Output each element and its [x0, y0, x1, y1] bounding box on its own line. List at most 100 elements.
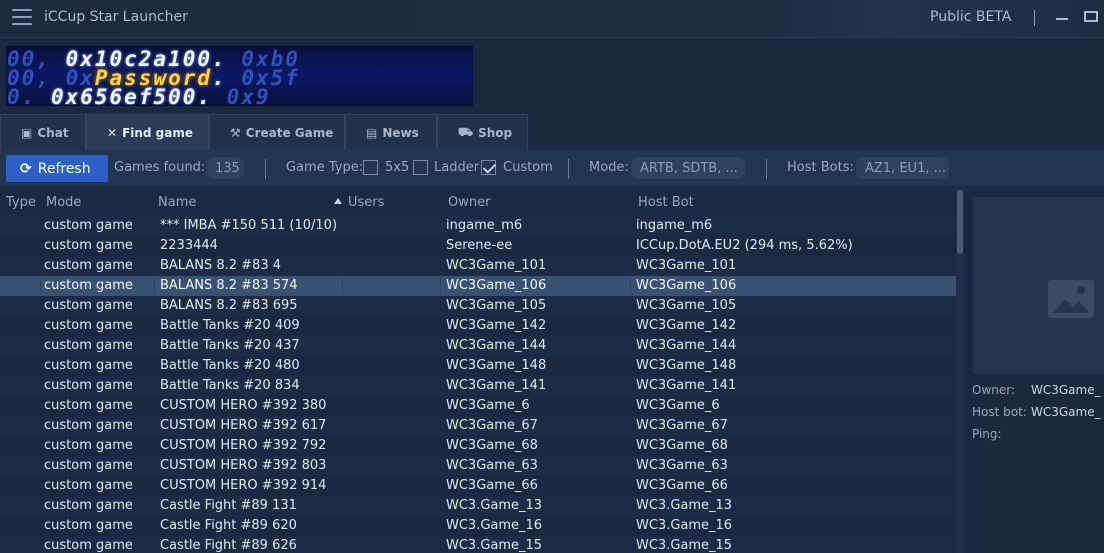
host-bots-select[interactable]: AZ1, EU1, ...	[856, 157, 949, 179]
cell-host-bot: WC3.Game_15	[636, 538, 733, 553]
refresh-button[interactable]: ⟳ Refresh	[6, 155, 108, 182]
mode-select[interactable]: ARTB, SDTB, ...	[631, 157, 745, 179]
tab-find-game[interactable]: ✕ Find game	[86, 114, 209, 150]
host-bot-value: WC3Game_	[1031, 405, 1101, 419]
newspaper-icon: ▤	[366, 125, 378, 140]
column-type[interactable]: Type	[6, 195, 36, 210]
table-row[interactable]: custom game CUSTOM HERO #392 792 WC3Game_6…	[0, 436, 956, 456]
tab-news[interactable]: ▤ News	[345, 114, 437, 150]
cell-host-bot: WC3Game_6	[636, 398, 720, 413]
cell-host-bot: WC3Game_144	[636, 338, 737, 353]
cell-name: Battle Tanks #20 480	[160, 358, 300, 373]
cell-name: Battle Tanks #20 834	[160, 378, 300, 393]
banner-text: 0.	[7, 85, 51, 106]
type-5x5-checkbox[interactable]	[363, 160, 378, 175]
tab-label: Chat	[37, 125, 69, 140]
type-5x5-label: 5x5	[385, 160, 410, 175]
chat-icon: ▣	[21, 125, 33, 140]
column-name[interactable]: Name	[158, 195, 196, 210]
cell-host-bot: WC3Game_63	[636, 458, 728, 473]
scrollbar-thumb[interactable]	[957, 190, 963, 254]
host-bots-label: Host Bots:	[787, 160, 854, 175]
cell-name: BALANS 8.2 #83 695	[160, 298, 298, 313]
banner-text: .	[197, 85, 227, 106]
cell-owner: WC3Game_105	[446, 298, 547, 313]
cell-mode: custom game	[44, 538, 133, 553]
map-preview	[973, 197, 1104, 374]
type-ladder-checkbox[interactable]	[413, 160, 428, 175]
cell-owner: WC3Game_106	[446, 278, 547, 293]
table-row[interactable]: custom game CUSTOM HERO #392 914 WC3Game_6…	[0, 476, 956, 496]
cell-host-bot: WC3Game_105	[636, 298, 737, 313]
table-row[interactable]: custom game BALANS 8.2 #83 695 WC3Game_105…	[0, 296, 956, 316]
table-row[interactable]: custom game CUSTOM HERO #392 617 WC3Game_6…	[0, 416, 956, 436]
minimize-icon[interactable]	[1056, 18, 1068, 20]
column-mode[interactable]: Mode	[46, 195, 81, 210]
table-row[interactable]: custom game Battle Tanks #20 480 WC3Game_1…	[0, 356, 956, 376]
table-row[interactable]: custom game 2233444 Serene-ee ICCup.DotA.EU…	[0, 236, 956, 256]
refresh-label: Refresh	[37, 160, 91, 177]
owner-value: WC3Game_	[1031, 383, 1101, 397]
type-custom-checkbox[interactable]	[481, 160, 496, 175]
image-placeholder-icon	[1048, 280, 1094, 318]
ad-banner[interactable]: 00, 0x10c2a100. 0xb0 00, 0xPassword. 0x5…	[6, 46, 473, 106]
toolbar-separator	[265, 159, 266, 179]
cell-mode: custom game	[44, 298, 133, 313]
tab-shop[interactable]: ⛟ Shop	[437, 114, 528, 150]
hammer-icon: ⚒	[230, 125, 241, 140]
cell-mode: custom game	[44, 458, 133, 473]
tab-chat[interactable]: ▣ Chat	[0, 114, 86, 150]
table-row[interactable]: custom game *** IMBA #150 511 (10/10) inga…	[0, 216, 956, 236]
cell-host-bot: WC3Game_141	[636, 378, 737, 393]
cell-name: BALANS 8.2 #83 4	[160, 258, 281, 273]
cell-name: Castle Fight #89 626	[160, 538, 297, 553]
game-type-label: Game Type:	[286, 160, 364, 175]
cell-mode: custom game	[44, 418, 133, 433]
cell-name: 2233444	[160, 238, 218, 253]
cell-mode: custom game	[44, 358, 133, 373]
cell-host-bot: WC3Game_67	[636, 418, 728, 433]
tab-create-game[interactable]: ⚒ Create Game	[209, 114, 345, 150]
cell-mode: custom game	[44, 438, 133, 453]
cell-name: Castle Fight #89 131	[160, 498, 297, 513]
cell-owner: WC3.Game_16	[446, 518, 543, 533]
tab-label: Create Game	[245, 125, 334, 140]
table-row[interactable]: custom game CUSTOM HERO #392 803 WC3Game_6…	[0, 456, 956, 476]
cell-name: Battle Tanks #20 409	[160, 318, 300, 333]
tab-label: News	[382, 125, 419, 140]
table-header: Type Mode Name Users Owner Host Bot	[0, 188, 956, 215]
cell-owner: WC3Game_66	[446, 478, 538, 493]
toolbar-separator	[766, 159, 767, 179]
cell-mode: custom game	[44, 238, 133, 253]
cell-name: CUSTOM HERO #392 617	[160, 418, 327, 433]
column-host-bot[interactable]: Host Bot	[638, 195, 694, 210]
table-row[interactable]: custom game Castle Fight #89 131 WC3.Game_…	[0, 496, 956, 516]
cell-mode: custom game	[44, 258, 133, 273]
table-row[interactable]: custom game BALANS 8.2 #83 4 WC3Game_101 WC…	[0, 256, 956, 276]
cell-mode: custom game	[44, 378, 133, 393]
table-row[interactable]: custom game BALANS 8.2 #83 574 WC3Game_106…	[0, 276, 956, 296]
column-users[interactable]: Users	[348, 195, 384, 210]
cell-host-bot: WC3Game_148	[636, 358, 737, 373]
cell-name: CUSTOM HERO #392 803	[160, 458, 327, 473]
type-custom-label: Custom	[503, 160, 553, 175]
table-row[interactable]: custom game Battle Tanks #20 409 WC3Game_1…	[0, 316, 956, 336]
table-scrollbar[interactable]	[956, 188, 964, 553]
table-row[interactable]: custom game Castle Fight #89 620 WC3.Game_…	[0, 516, 956, 536]
game-details-panel: Owner: WC3Game_ Host bot: WC3Game_ Ping:	[964, 188, 1104, 553]
table-row[interactable]: custom game Battle Tanks #20 834 WC3Game_1…	[0, 376, 956, 396]
table-row[interactable]: custom game CUSTOM HERO #392 380 WC3Game_6…	[0, 396, 956, 416]
maximize-icon[interactable]	[1084, 11, 1098, 22]
app-title: iCCup Star Launcher	[44, 9, 188, 25]
cell-owner: WC3Game_148	[446, 358, 547, 373]
table-row[interactable]: custom game Battle Tanks #20 437 WC3Game_1…	[0, 336, 956, 356]
cell-owner: WC3.Game_13	[446, 498, 543, 513]
cell-mode: custom game	[44, 318, 133, 333]
cell-host-bot: ICCup.DotA.EU2 (294 ms, 5.62%)	[636, 238, 853, 253]
column-divider	[342, 278, 343, 294]
column-owner[interactable]: Owner	[448, 195, 490, 210]
cell-mode: custom game	[44, 338, 133, 353]
cell-owner: WC3Game_101	[446, 258, 547, 273]
menu-icon[interactable]	[12, 9, 32, 27]
table-row[interactable]: custom game Castle Fight #89 626 WC3.Game_…	[0, 536, 956, 553]
